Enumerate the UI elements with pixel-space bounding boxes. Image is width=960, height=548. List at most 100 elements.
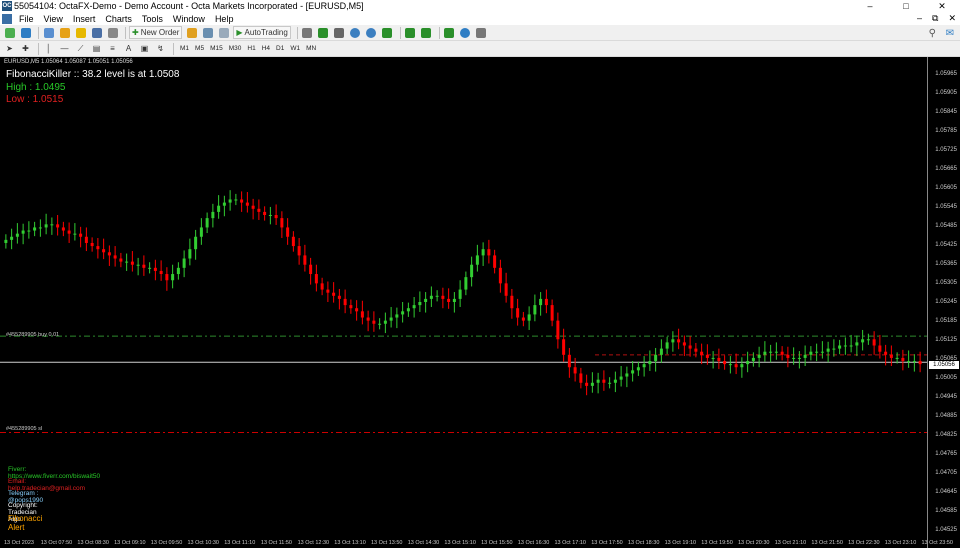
chart-shift-icon[interactable] bbox=[420, 26, 433, 39]
candle-body bbox=[470, 264, 474, 278]
candle-body bbox=[263, 211, 267, 216]
candlestick-icon[interactable] bbox=[317, 26, 330, 39]
price-tick-label: 1.05245 bbox=[935, 299, 957, 305]
periods-icon[interactable] bbox=[459, 26, 472, 39]
signals-icon[interactable] bbox=[201, 26, 214, 39]
timeframe-m30[interactable]: M30 bbox=[226, 45, 245, 52]
candle-body bbox=[746, 361, 750, 365]
candle-body bbox=[176, 267, 180, 275]
candle-body bbox=[596, 379, 600, 383]
candle-body bbox=[792, 357, 796, 359]
timeframe-w1[interactable]: W1 bbox=[287, 45, 303, 52]
timeframe-d1[interactable]: D1 bbox=[273, 45, 287, 52]
zoom-in-icon[interactable] bbox=[349, 26, 362, 39]
price-tick-label: 1.05665 bbox=[935, 166, 957, 172]
price-tick-label: 1.05605 bbox=[935, 185, 957, 191]
strategy-tester-icon[interactable] bbox=[106, 26, 119, 39]
close-button[interactable]: ✕ bbox=[924, 0, 960, 12]
candle-body bbox=[38, 227, 42, 229]
candle-body bbox=[901, 357, 905, 362]
market-watch-icon[interactable] bbox=[42, 26, 55, 39]
mdi-close-button[interactable]: ✕ bbox=[948, 12, 956, 25]
time-tick-label: 13 Oct 20:30 bbox=[738, 540, 770, 546]
menu-insert[interactable]: Insert bbox=[68, 14, 101, 24]
zoom-out-icon[interactable] bbox=[365, 26, 378, 39]
text-icon[interactable]: A bbox=[122, 42, 135, 55]
search-icon[interactable]: ⚲ bbox=[929, 28, 936, 39]
candle-body bbox=[102, 249, 106, 253]
candle-body bbox=[332, 292, 336, 296]
label-icon[interactable]: ▣ bbox=[138, 42, 151, 55]
menu-charts[interactable]: Charts bbox=[100, 14, 137, 24]
time-tick-label: 13 Oct 09:10 bbox=[114, 540, 146, 546]
bar-chart-icon[interactable] bbox=[301, 26, 314, 39]
price-tick-label: 1.05845 bbox=[935, 109, 957, 115]
indicators-icon[interactable] bbox=[443, 26, 456, 39]
candle-body bbox=[602, 379, 606, 383]
candle-body bbox=[222, 202, 226, 206]
timeframe-m1[interactable]: M1 bbox=[177, 45, 192, 52]
vertical-line-icon[interactable]: │ bbox=[42, 42, 55, 55]
autotrading-button[interactable]: ▶ AutoTrading bbox=[233, 26, 291, 39]
mdi-restore-button[interactable]: ⧉ bbox=[932, 12, 938, 25]
menu-file[interactable]: File bbox=[14, 14, 39, 24]
price-tick-label: 1.04825 bbox=[935, 432, 957, 438]
cursor-icon[interactable]: ➤ bbox=[3, 42, 16, 55]
new-chart-icon[interactable] bbox=[3, 26, 16, 39]
auto-scroll-icon[interactable] bbox=[404, 26, 417, 39]
menu-tools[interactable]: Tools bbox=[137, 14, 168, 24]
time-tick-label: 13 Oct 23:10 bbox=[884, 540, 917, 546]
menu-help[interactable]: Help bbox=[210, 14, 239, 24]
stop-loss-label: #455289905 sl bbox=[6, 426, 43, 432]
horizontal-line-icon[interactable]: — bbox=[58, 42, 71, 55]
templates-icon[interactable] bbox=[475, 26, 488, 39]
candle-body bbox=[303, 255, 307, 265]
candle-body bbox=[27, 230, 31, 232]
channel-icon[interactable]: ▤ bbox=[90, 42, 103, 55]
crosshair-icon[interactable]: ✚ bbox=[19, 42, 32, 55]
profiles-icon[interactable] bbox=[19, 26, 32, 39]
data-window-icon[interactable] bbox=[58, 26, 71, 39]
candle-body bbox=[809, 351, 813, 355]
candle-body bbox=[320, 283, 324, 290]
menu-view[interactable]: View bbox=[39, 14, 68, 24]
candle-body bbox=[654, 354, 658, 362]
candle-body bbox=[418, 302, 422, 306]
time-tick-label: 13 Oct 17:10 bbox=[554, 540, 587, 546]
mdi-minimize-button[interactable]: – bbox=[917, 12, 922, 25]
chat-icon[interactable]: ✉ bbox=[946, 28, 954, 39]
line-chart-icon[interactable] bbox=[333, 26, 346, 39]
candle-body bbox=[786, 354, 790, 358]
timeframe-m5[interactable]: M5 bbox=[192, 45, 207, 52]
maximize-button[interactable]: □ bbox=[888, 0, 924, 12]
candle-body bbox=[159, 270, 163, 275]
new-order-button[interactable]: ✚ New Order bbox=[129, 26, 183, 39]
metaeditor-icon[interactable] bbox=[185, 26, 198, 39]
menu-window[interactable]: Window bbox=[168, 14, 210, 24]
trendline-icon[interactable]: ⟋ bbox=[74, 42, 87, 55]
chart-window[interactable]: EURUSD,M5 1.05064 1.05087 1.05051 1.0505… bbox=[0, 57, 960, 548]
fibonacci-icon[interactable]: ≡ bbox=[106, 42, 119, 55]
candle-body bbox=[464, 277, 468, 290]
candle-body bbox=[659, 348, 663, 355]
candle-body bbox=[539, 298, 543, 306]
price-chart[interactable] bbox=[0, 57, 927, 548]
timeframe-mn[interactable]: MN bbox=[303, 45, 319, 52]
arrows-icon[interactable]: ↯ bbox=[154, 42, 167, 55]
document-icon[interactable] bbox=[2, 13, 12, 24]
candle-body bbox=[723, 361, 727, 365]
navigator-icon[interactable] bbox=[74, 26, 87, 39]
timeframe-h4[interactable]: H4 bbox=[259, 45, 273, 52]
time-tick-label: 13 Oct 13:10 bbox=[334, 540, 366, 546]
terminal-icon[interactable] bbox=[90, 26, 103, 39]
timeframe-h1[interactable]: H1 bbox=[244, 45, 258, 52]
candle-body bbox=[153, 267, 157, 271]
candle-body bbox=[884, 351, 888, 355]
timeframe-m15[interactable]: M15 bbox=[207, 45, 226, 52]
candle-body bbox=[337, 295, 341, 299]
candle-body bbox=[642, 364, 646, 368]
candle-body bbox=[194, 236, 198, 250]
market-icon[interactable] bbox=[217, 26, 230, 39]
minimize-button[interactable]: – bbox=[852, 0, 888, 12]
tile-windows-icon[interactable] bbox=[381, 26, 394, 39]
